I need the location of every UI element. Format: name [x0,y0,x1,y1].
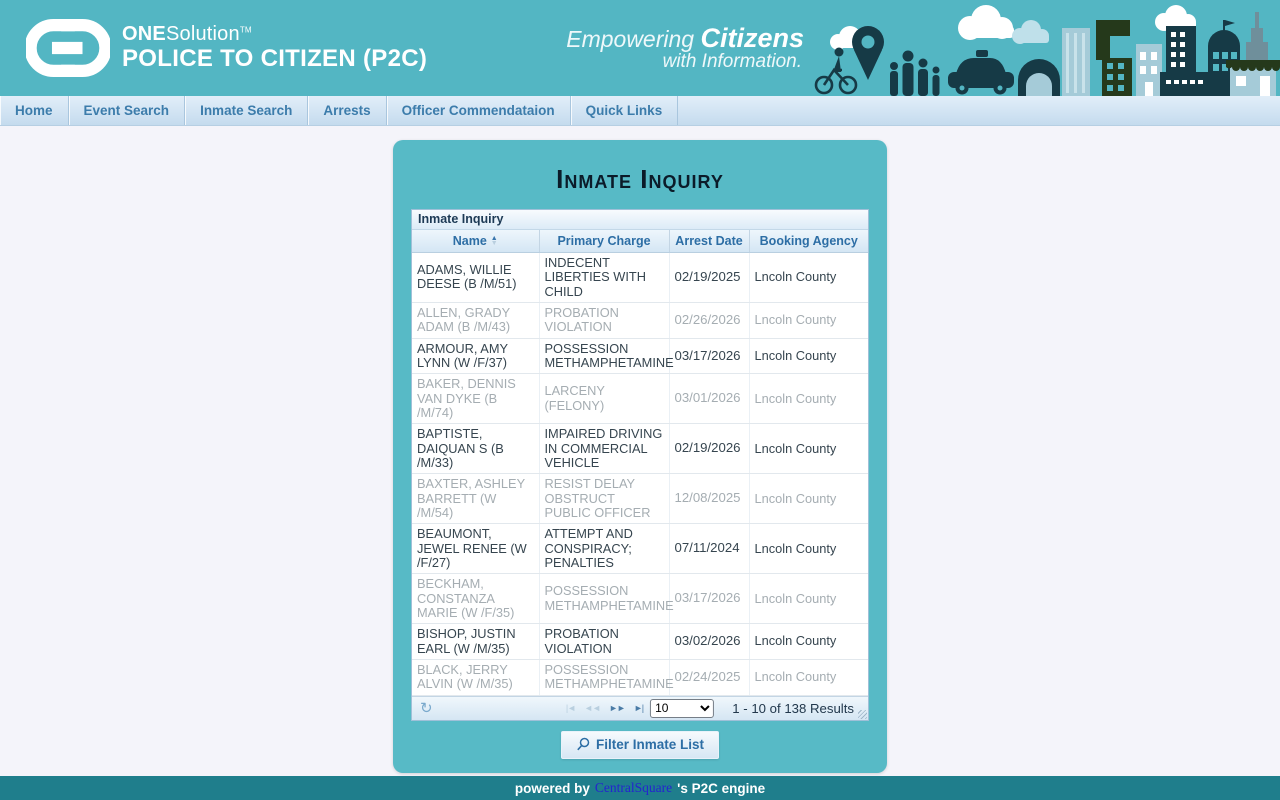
primary-charge-cell: POSSESSION METHAMPHETAMINE [539,659,674,696]
table-row[interactable]: BISHOP, JUSTIN EARL (W /M/35) PROBATION V… [412,623,868,660]
booking-agency-cell: Lncoln County [749,659,868,696]
first-page-icon[interactable]: |◄ [566,703,576,713]
booking-agency-cell: Lncoln County [749,473,868,525]
filter-inmate-list-button[interactable]: Filter Inmate List [560,730,720,759]
brand-text: ONESolutionTM POLICE TO CITIZEN (P2C) [122,23,428,73]
primary-charge-cell: POSSESSION METHAMPHETAMINE [539,338,674,375]
primary-charge-cell: IMPAIRED DRIVING IN COMMERCIAL VEHICLE [539,423,670,475]
name-cell: BAKER, DENNIS VAN DYKE (B /M/74) [412,373,540,425]
nav-item-quick-links[interactable]: Quick Links [571,96,679,125]
arrest-date-cell: 12/08/2025 [669,473,750,525]
arrest-date-cell: 02/19/2025 [669,252,750,303]
column-header-booking-agency[interactable]: Booking Agency [749,230,868,253]
primary-charge-cell: INDECENT LIBERTIES WITH CHILD [539,252,670,303]
booking-agency-cell: Lncoln County [749,523,868,575]
last-page-icon[interactable]: ►| [634,703,644,713]
inmate-inquiry-panel: Inmate Inquiry Inmate Inquiry Name ▲ ▼ Prim… [393,140,887,773]
name-cell: BISHOP, JUSTIN EARL (W /M/35) [412,623,540,660]
footer-prefix: powered by [514,780,590,796]
app-footer: powered by CentralSquare 's P2C engine [0,776,1280,800]
name-cell: ADAMS, WILLIE DEESE (B /M/51) [412,252,540,303]
arrest-date-cell: 07/11/2024 [669,523,750,575]
brand-title: POLICE TO CITIZEN (P2C) [122,45,428,73]
footer-suffix: 's P2C engine [677,780,766,796]
column-header-arrest-date[interactable]: Arrest Date [669,230,750,253]
main-nav: Home Event Search Inmate Search Arrests Offi… [0,96,1280,126]
name-cell: BAPTISTE, DAIQUAN S (B /M/33) [412,423,540,475]
primary-charge-cell: PROBATION VIOLATION [539,623,670,660]
brand-product-name: ONESolutionTM [122,23,252,46]
table-row[interactable]: ADAMS, WILLIE DEESE (B /M/51) INDECENT LI… [412,252,868,303]
pager-nav-icons: |◄ ◄◄ ►► ►| [566,703,644,713]
name-cell: BECKHAM, CONSTANZA MARIE (W /F/35) [412,573,540,625]
nav-item-home[interactable]: Home [0,96,69,125]
nav-item-event-search[interactable]: Event Search [69,96,186,125]
pager-controls: |◄ ◄◄ ►► ►| 10 [566,698,715,718]
table-row[interactable]: BAKER, DENNIS VAN DYKE (B /M/74) LARCENY … [412,373,868,425]
primary-charge-cell: RESIST DELAY OBSTRUCT PUBLIC OFFICER [539,473,670,525]
name-cell: BLACK, JERRY ALVIN (W /M/35) [412,659,540,696]
sort-asc-icon: ▲ ▼ [490,235,498,247]
cityscape-illustration [810,0,1280,96]
page-title: Inmate Inquiry [556,164,724,194]
nav-item-officer-commendataion[interactable]: Officer Commendataion [387,96,571,125]
table-row[interactable]: ALLEN, GRADY ADAM (B /M/43) PROBATION VIO… [412,302,868,339]
reload-icon[interactable]: ↻ [420,699,433,717]
search-icon [577,737,590,750]
arrest-date-cell: 03/02/2026 [669,623,750,660]
grid-caption: Inmate Inquiry [412,210,868,230]
main-content: Inmate Inquiry Inmate Inquiry Name ▲ ▼ Prim… [0,126,1280,776]
pager-bar: ↻ |◄ ◄◄ ►► ►| 10 1 - 10 of 138 Results [412,695,868,720]
table-row[interactable]: BECKHAM, CONSTANZA MARIE (W /F/35) POSSES… [412,573,868,625]
table-row[interactable]: ARMOUR, AMY LYNN (W /F/37) POSSESSION MET… [412,338,868,375]
inmate-table-body: ADAMS, WILLIE DEESE (B /M/51) INDECENT LI… [412,252,868,696]
table-row[interactable]: BAPTISTE, DAIQUAN S (B /M/33) IMPAIRED DR… [412,423,868,475]
booking-agency-cell: Lncoln County [749,423,868,475]
table-row[interactable]: BEAUMONT, JEWEL RENEE (W /F/27) ATTEMPT A… [412,523,868,575]
arrest-date-cell: 03/17/2026 [669,338,750,375]
booking-agency-cell: Lncoln County [749,573,868,625]
nav-item-arrests[interactable]: Arrests [308,96,387,125]
column-header-name[interactable]: Name ▲ ▼ [412,230,540,253]
onesolution-logo-icon [24,13,112,88]
primary-charge-cell: ATTEMPT AND CONSPIRACY; PENALTIES [539,523,670,575]
prev-page-icon[interactable]: ◄◄ [584,703,601,713]
nav-item-inmate-search[interactable]: Inmate Search [185,96,309,125]
primary-charge-cell: PROBATION VIOLATION [539,302,670,339]
arrest-date-cell: 02/19/2026 [669,423,750,475]
column-header-primary-charge[interactable]: Primary Charge [539,230,670,253]
booking-agency-cell: Lncoln County [749,373,868,425]
resize-grip[interactable] [858,709,867,719]
name-cell: BEAUMONT, JEWEL RENEE (W /F/27) [412,523,540,575]
booking-agency-cell: Lncoln County [749,302,868,339]
inmate-grid: Inmate Inquiry Name ▲ ▼ Primary Charge Arres… [411,209,869,721]
arrest-date-cell: 02/24/2025 [669,659,750,696]
header-tagline: Empowering Citizens with Information. [566,23,804,72]
booking-agency-cell: Lncoln County [749,623,868,660]
table-row[interactable]: BLACK, JERRY ALVIN (W /M/35) POSSESSION M… [412,659,868,696]
primary-charge-cell: LARCENY (FELONY) [539,373,670,425]
inmate-table: Name ▲ ▼ Primary Charge Arrest Date Booking A… [412,230,868,696]
table-row[interactable]: BAXTER, ASHLEY BARRETT (W /M/54) RESIST D… [412,473,868,525]
filter-button-label: Filter Inmate List [595,736,705,752]
app-header: ONESolutionTM POLICE TO CITIZEN (P2C) Em… [0,0,1280,96]
name-cell: ARMOUR, AMY LYNN (W /F/37) [412,338,540,375]
pager-status: 1 - 10 of 138 Results [732,700,854,716]
name-cell: ALLEN, GRADY ADAM (B /M/43) [412,302,540,339]
page: ONESolutionTM POLICE TO CITIZEN (P2C) Em… [0,0,1280,800]
arrest-date-cell: 03/17/2026 [669,573,750,625]
primary-charge-cell: POSSESSION METHAMPHETAMINE [539,573,674,625]
arrest-date-cell: 02/26/2026 [669,302,750,339]
booking-agency-cell: Lncoln County [749,252,868,303]
arrest-date-cell: 03/01/2026 [669,373,750,425]
name-cell: BAXTER, ASHLEY BARRETT (W /M/54) [412,473,540,525]
next-page-icon[interactable]: ►► [609,703,626,713]
booking-agency-cell: Lncoln County [749,338,868,375]
table-header-row: Name ▲ ▼ Primary Charge Arrest Date Booking A… [412,230,868,253]
page-size-select[interactable]: 10 [650,698,715,718]
centralsquare-link[interactable]: CentralSquare [595,780,672,796]
